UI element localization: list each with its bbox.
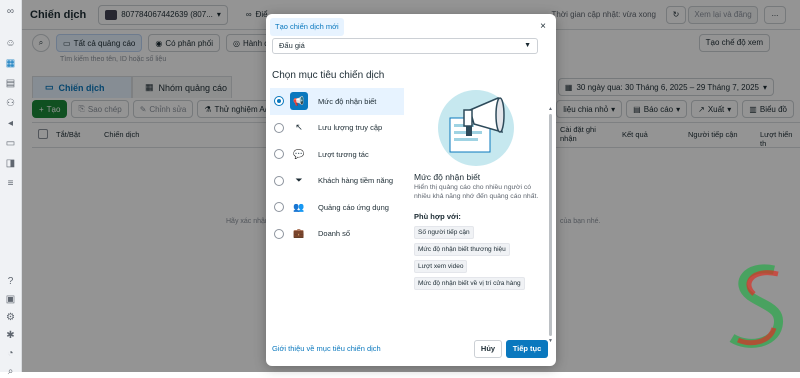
radio-button[interactable]: [274, 175, 284, 186]
objective-label: Lưu lượng truy cập: [318, 123, 383, 133]
chat-bubbles-icon: 💬: [293, 148, 305, 159]
briefcase-icon: 💼: [293, 228, 305, 239]
funnel-icon: ⏷: [295, 175, 303, 186]
tag-video-views: Lượt xem video: [414, 260, 468, 273]
good-for-tags: Số người tiếp cận Mức độ nhận biết thươn…: [414, 226, 544, 294]
radio-button[interactable]: [274, 122, 284, 133]
buying-type-select[interactable]: Đấu giá ▼: [272, 38, 538, 54]
objective-option-awareness[interactable]: 📢 Mức độ nhận biết: [270, 88, 404, 115]
close-icon[interactable]: ×: [540, 18, 546, 36]
objective-section-title: Chọn mục tiêu chiến dịch: [272, 70, 385, 81]
tag-store-location: Mức độ nhận biết về vị trí cửa hàng: [414, 277, 525, 290]
meta-logo-icon[interactable]: ∞: [5, 6, 17, 18]
objective-option-sales[interactable]: 💼 Doanh số: [270, 221, 404, 248]
bug-icon[interactable]: ✱: [5, 330, 17, 342]
objective-label: Mức độ nhận biết: [318, 96, 377, 106]
objective-label: Doanh số: [318, 229, 351, 239]
good-for-label: Phù hợp với:: [414, 212, 461, 221]
grid-icon[interactable]: ▤: [5, 78, 17, 90]
reports-icon[interactable]: ◨: [5, 158, 17, 170]
objective-option-app-promotion[interactable]: 👥 Quảng cáo ứng dụng: [270, 194, 404, 221]
menu-icon[interactable]: ≡: [5, 178, 17, 190]
radio-button[interactable]: [274, 96, 284, 107]
buying-type-value: Đấu giá: [279, 41, 305, 50]
tag-reach: Số người tiếp cận: [414, 226, 474, 239]
cursor-icon: ↖: [295, 122, 303, 133]
people-icon: 👥: [293, 201, 305, 212]
megaphone-icon: 📢: [290, 92, 308, 111]
modal-header-tab[interactable]: Tạo chiến dịch mới: [270, 18, 344, 36]
home-icon[interactable]: ☺: [5, 38, 17, 50]
objective-label: Khách hàng tiềm năng: [318, 176, 394, 186]
search-nav-icon[interactable]: ⌕: [5, 366, 17, 378]
modal-scrollbar[interactable]: [549, 114, 552, 336]
alerts-icon[interactable]: ◔: [5, 348, 17, 360]
objective-label: Lượt tương tác: [318, 149, 369, 159]
tag-brand-awareness: Mức độ nhận biết thương hiệu: [414, 243, 510, 256]
objective-option-leads[interactable]: ⏷ Khách hàng tiềm năng: [270, 168, 404, 195]
detail-title: Mức độ nhận biết: [414, 172, 481, 182]
objective-option-traffic[interactable]: ↖ Lưu lượng truy cập: [270, 115, 404, 142]
megaphone-nav-icon[interactable]: ◂: [5, 118, 17, 130]
notifications-icon[interactable]: ▣: [5, 294, 17, 306]
radio-button[interactable]: [274, 149, 284, 160]
billing-icon[interactable]: ▭: [5, 138, 17, 150]
settings-icon[interactable]: ⚙: [5, 312, 17, 324]
left-nav-rail: ∞ ☺ ▦ ▤ ⚇ ◂ ▭ ◨ ≡ ? ▣ ⚙ ✱ ◔ ⌕: [0, 0, 22, 377]
continue-button[interactable]: Tiếp tục: [506, 340, 548, 358]
learn-about-objectives-link[interactable]: Giới thiệu về mục tiêu chiến dịch: [272, 344, 381, 353]
scroll-up-icon[interactable]: ▲: [548, 106, 553, 112]
watermark-logo: [729, 264, 784, 348]
create-campaign-modal: Tạo chiến dịch mới × Đấu giá ▼ Chọn mục …: [266, 14, 556, 366]
cancel-button[interactable]: Hủy: [474, 340, 502, 358]
detail-description: Hiển thị quảng cáo cho nhiều người có nh…: [414, 184, 539, 200]
objective-label: Quảng cáo ứng dụng: [318, 202, 389, 212]
caret-down-icon: ▼: [524, 42, 531, 49]
radio-button[interactable]: [274, 202, 284, 213]
help-icon[interactable]: ?: [5, 276, 17, 288]
radio-button[interactable]: [274, 228, 284, 239]
scroll-down-icon[interactable]: ▼: [548, 338, 553, 344]
objective-option-engagement[interactable]: 💬 Lượt tương tác: [270, 141, 404, 168]
awareness-illustration: [438, 90, 514, 166]
table-icon[interactable]: ▦: [5, 58, 17, 70]
audience-icon[interactable]: ⚇: [5, 98, 17, 110]
objective-list: 📢 Mức độ nhận biết ↖ Lưu lượng truy cập …: [270, 88, 404, 247]
